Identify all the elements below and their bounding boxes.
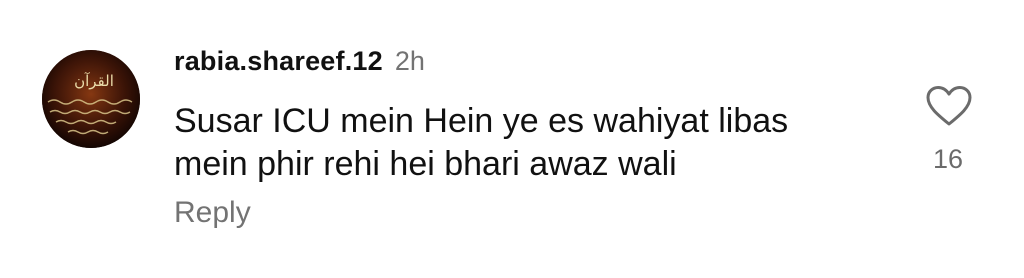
comment-header: rabia.shareef.12 2h — [174, 46, 425, 82]
comment-item: القرآن rabia.shareef.12 2h Susar ICU mei… — [0, 0, 1024, 278]
timestamp: 2h — [394, 46, 425, 76]
reply-button[interactable]: Reply — [174, 196, 251, 230]
heart-outline-icon — [926, 86, 972, 126]
username-link[interactable]: rabia.shareef.12 — [174, 46, 383, 77]
comment-text-line-1: Susar ICU mein Hein ye es wahiyat libas — [174, 102, 789, 140]
avatar-image: القرآن — [42, 50, 140, 148]
like-button[interactable] — [924, 84, 974, 128]
comment-text: Susar ICU mein Hein ye es wahiyat libas … — [174, 100, 874, 186]
avatar[interactable]: القرآن — [42, 50, 140, 148]
comment-text-line-2: mein phir rehi hei bhari awaz wali — [174, 145, 677, 183]
avatar-title-text: القرآن — [74, 72, 114, 90]
like-count: 16 — [932, 144, 964, 174]
